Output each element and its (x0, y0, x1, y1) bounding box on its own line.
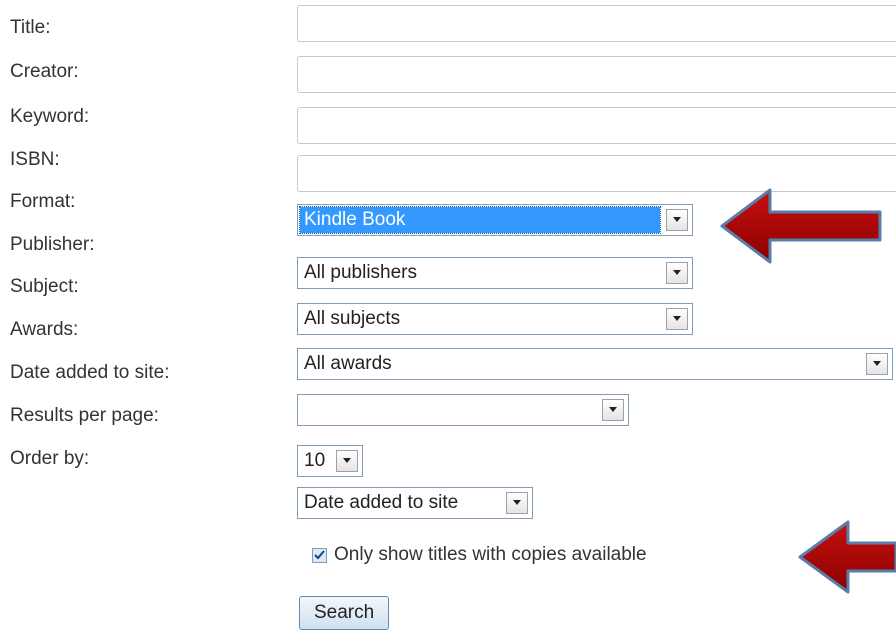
chevron-down-icon[interactable] (506, 492, 528, 514)
awards-select-value: All awards (304, 353, 392, 374)
results-per-page-select-value: 10 (304, 450, 326, 471)
subject-label: Subject: (10, 276, 79, 297)
title-label: Title: (10, 17, 51, 38)
order-by-select[interactable]: Date added to site (297, 487, 533, 519)
awards-select[interactable]: All awards (297, 348, 893, 380)
checkmark-icon (314, 550, 325, 560)
chevron-down-icon[interactable] (602, 399, 624, 421)
keyword-label: Keyword: (10, 106, 90, 127)
date-added-select[interactable] (297, 394, 629, 426)
chevron-down-icon[interactable] (336, 450, 358, 472)
order-by-select-value: Date added to site (304, 492, 459, 513)
results-per-page-select[interactable]: 10 (297, 445, 363, 477)
keyword-input[interactable] (297, 107, 896, 144)
awards-label: Awards: (10, 319, 79, 340)
available-copies-label[interactable]: Only show titles with copies available (334, 544, 647, 566)
chevron-down-icon[interactable] (866, 353, 888, 375)
chevron-down-icon[interactable] (666, 262, 688, 284)
subject-select-value: All subjects (304, 308, 401, 329)
chevron-down-icon[interactable] (666, 308, 688, 330)
creator-input[interactable] (297, 56, 896, 93)
publisher-select[interactable]: All publishers (297, 257, 693, 289)
isbn-label: ISBN: (10, 149, 60, 170)
results-per-page-label: Results per page: (10, 405, 159, 426)
format-select[interactable]: Kindle Book (297, 204, 693, 236)
search-button[interactable]: Search (299, 596, 390, 630)
subject-select[interactable]: All subjects (297, 303, 693, 335)
available-copies-checkbox[interactable] (312, 547, 327, 563)
format-label: Format: (10, 191, 76, 212)
order-by-label: Order by: (10, 448, 90, 469)
arrow-left-icon (798, 520, 896, 594)
creator-label: Creator: (10, 61, 79, 82)
title-input[interactable] (297, 5, 896, 42)
publisher-label: Publisher: (10, 234, 95, 255)
format-select-value: Kindle Book (299, 206, 661, 234)
chevron-down-icon[interactable] (666, 209, 688, 231)
date-added-label: Date added to site: (10, 362, 170, 383)
publisher-select-value: All publishers (304, 262, 417, 283)
arrow-left-icon (720, 188, 882, 264)
availability-filter[interactable]: Only show titles with copies available (312, 544, 647, 566)
